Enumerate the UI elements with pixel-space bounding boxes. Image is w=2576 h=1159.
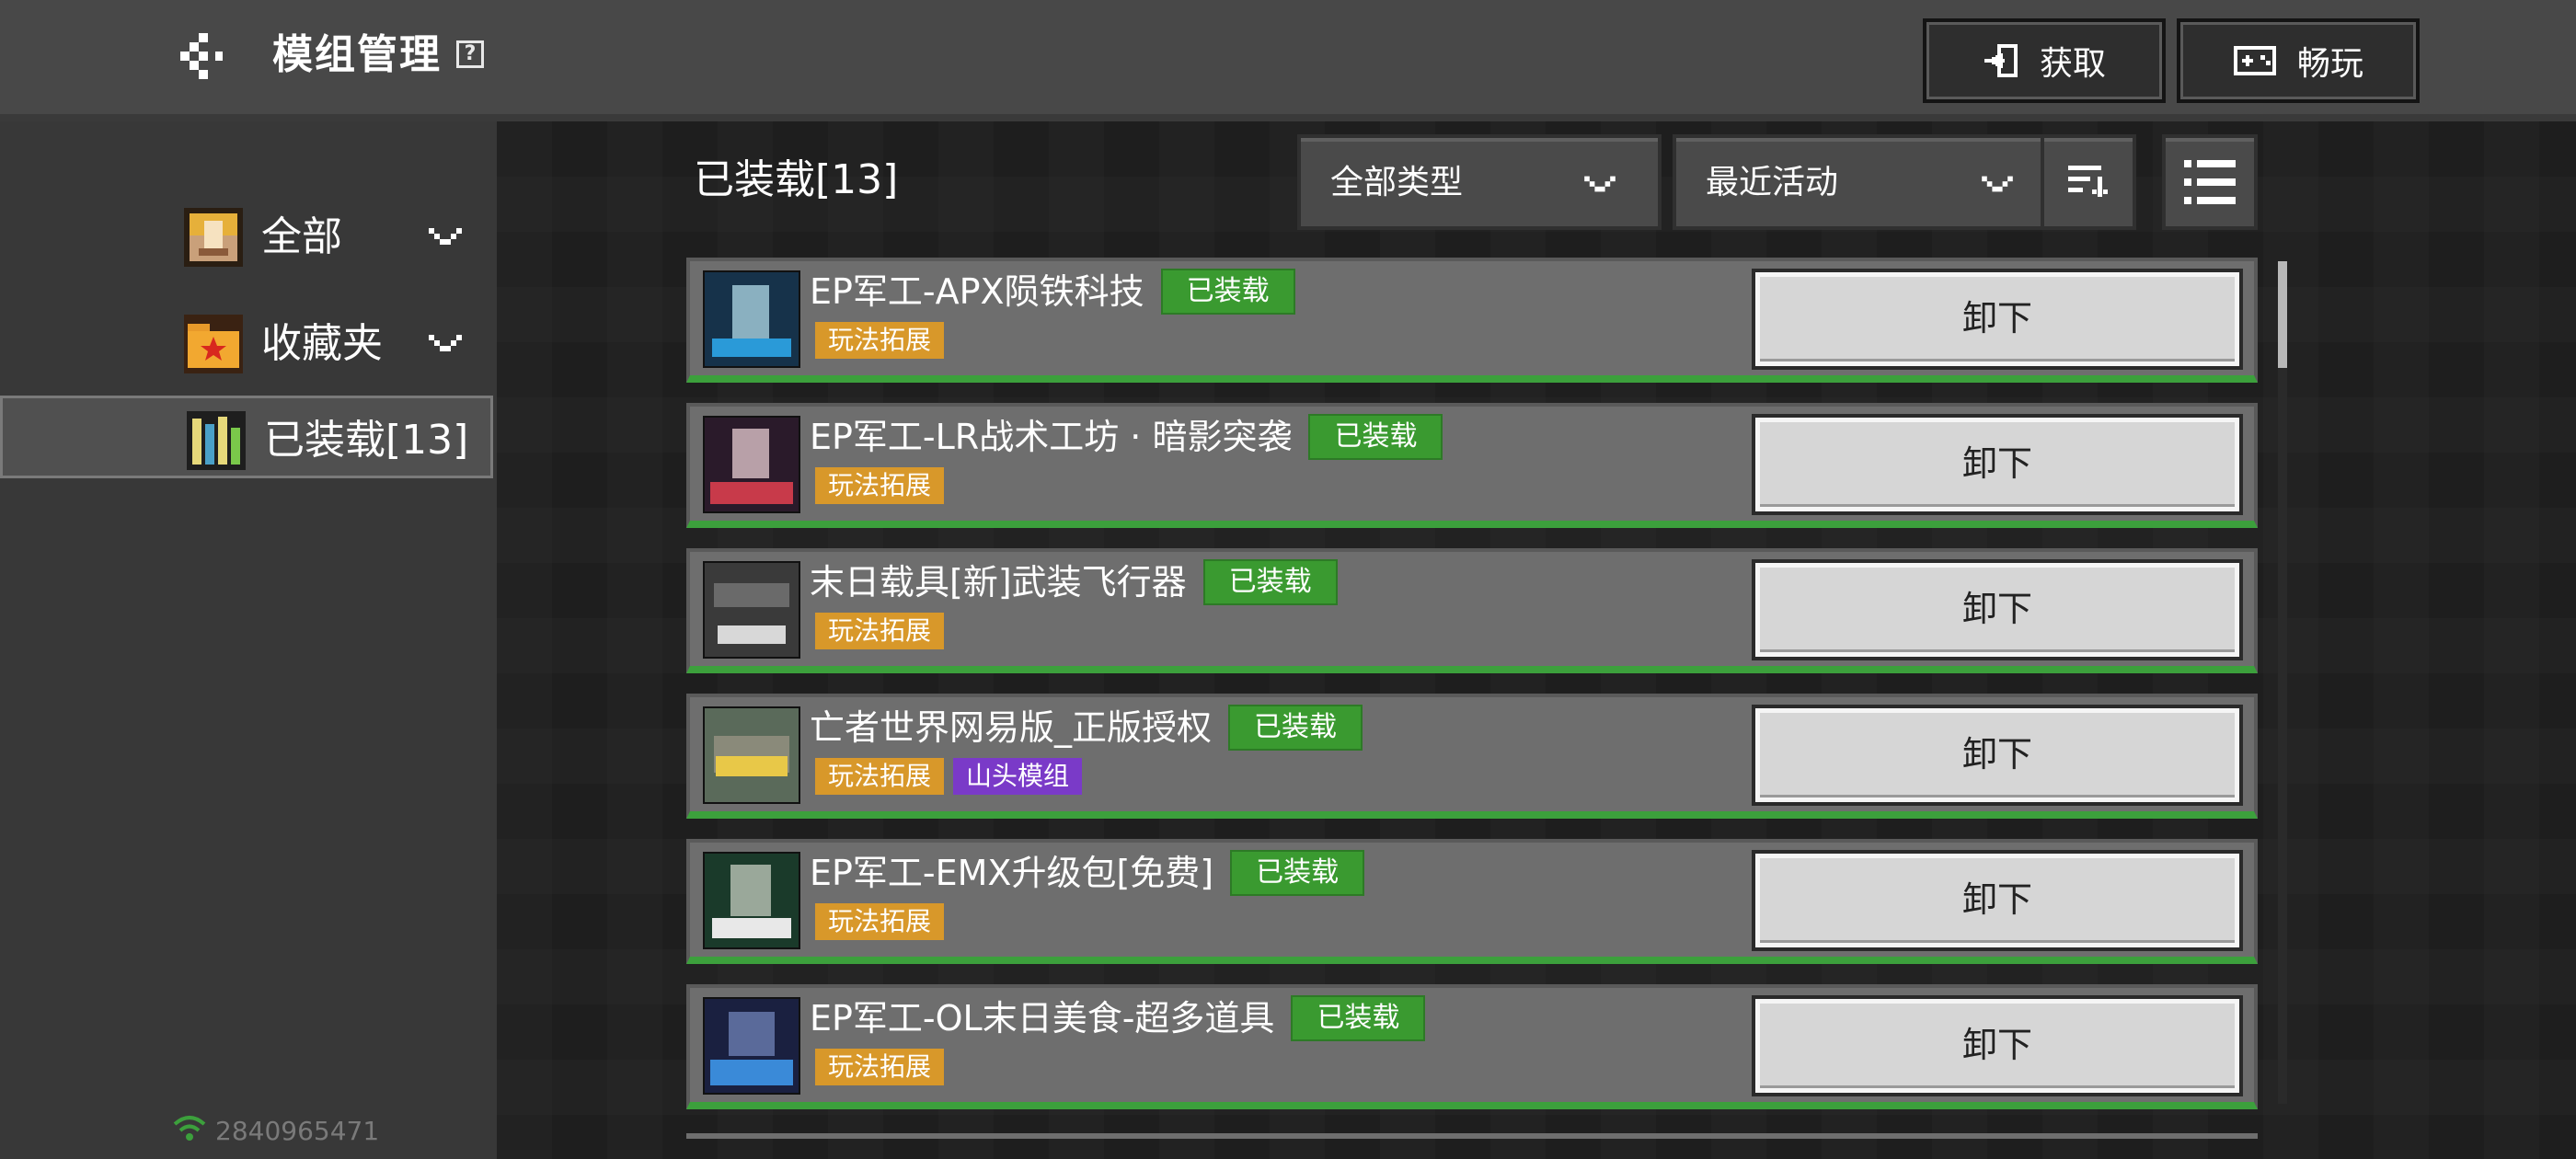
scrollbar-thumb[interactable]	[2278, 261, 2287, 368]
sort-descending-icon	[2068, 166, 2108, 197]
help-icon[interactable]: ?	[456, 40, 484, 68]
next-mod-item-edge	[686, 1133, 2258, 1139]
type-filter-dropdown[interactable]: 全部类型	[1297, 134, 1662, 230]
all-mods-icon	[184, 208, 243, 267]
mod-tag: 玩法拓展	[815, 322, 945, 359]
mod-tag: 玩法拓展	[815, 467, 945, 504]
type-filter-value: 全部类型	[1330, 164, 1464, 201]
mod-name: 末日载具[新]武装飞行器	[810, 562, 1187, 602]
sort-order-button[interactable]	[2041, 134, 2136, 230]
page-title: 模组管理	[272, 31, 442, 78]
unload-button[interactable]: 卸下	[1752, 414, 2243, 515]
play-label: 畅玩	[2296, 45, 2363, 83]
mod-name: EP军工-LR战术工坊 · 暗影突袭	[810, 417, 1293, 457]
sidebar-item-installed[interactable]: 已装载[13]	[0, 396, 493, 478]
mod-thumbnail	[703, 997, 800, 1095]
mod-name: EP军工-APX陨铁科技	[810, 271, 1144, 312]
sidebar-item-all-label: 全部	[261, 213, 342, 260]
play-button[interactable]: 畅玩	[2177, 18, 2420, 103]
sidebar-item-favorites-label: 收藏夹	[261, 320, 383, 367]
mod-list-item[interactable]: 末日载具[新]武装飞行器 已装载 玩法拓展 卸下	[686, 548, 2258, 673]
mod-thumbnail	[703, 852, 800, 949]
installed-badge: 已装载	[1230, 850, 1365, 896]
mod-name: EP军工-EMX升级包[免费]	[810, 853, 1214, 893]
installed-badge: 已装载	[1308, 414, 1443, 460]
chevron-down-icon[interactable]	[429, 223, 462, 250]
installed-badge: 已装载	[1160, 269, 1295, 315]
top-bar: 模组管理 ? 获取 畅玩	[0, 0, 2576, 121]
sort-value: 最近活动	[1706, 164, 1839, 201]
list-view-icon	[2184, 160, 2236, 204]
list-view-button[interactable]	[2162, 134, 2258, 230]
mod-list-item[interactable]: EP军工-EMX升级包[免费] 已装载 玩法拓展 卸下	[686, 839, 2258, 964]
sidebar: 全部 收藏夹 已装载[13]	[0, 121, 497, 1159]
unload-button[interactable]: 卸下	[1752, 269, 2243, 370]
user-id: 2840965471	[215, 1116, 380, 1146]
sidebar-item-all[interactable]: 全部	[0, 195, 493, 278]
mod-thumbnail	[703, 706, 800, 804]
mod-list-item[interactable]: 亡者世界网易版_正版授权 已装载 玩法拓展 山头模组 卸下	[686, 694, 2258, 819]
installed-badge: 已装载	[1202, 559, 1338, 605]
mod-name: EP军工-OL末日美食-超多道具	[810, 998, 1275, 1039]
mod-thumbnail	[703, 561, 800, 659]
sort-dropdown[interactable]: 最近活动	[1673, 134, 2044, 230]
import-icon	[1984, 44, 2018, 77]
sidebar-item-favorites[interactable]: 收藏夹	[0, 302, 493, 384]
scrollbar[interactable]	[2278, 261, 2287, 1104]
mod-tag: 玩法拓展	[815, 758, 945, 795]
installed-badge: 已装载	[1291, 995, 1426, 1041]
mod-thumbnail	[703, 270, 800, 368]
chevron-down-icon	[1982, 176, 2013, 192]
mod-list-item[interactable]: EP军工-LR战术工坊 · 暗影突袭 已装载 玩法拓展 卸下	[686, 403, 2258, 528]
gamepad-icon	[2233, 46, 2276, 75]
unload-button[interactable]: 卸下	[1752, 705, 2243, 806]
get-mods-label: 获取	[2039, 45, 2106, 83]
unload-button[interactable]: 卸下	[1752, 559, 2243, 660]
mod-name: 亡者世界网易版_正版授权	[810, 707, 1213, 748]
chevron-down-icon[interactable]	[429, 329, 462, 357]
installed-badge: 已装载	[1228, 705, 1363, 751]
unload-button[interactable]: 卸下	[1752, 995, 2243, 1096]
chevron-down-icon	[1584, 176, 1616, 192]
installed-count-title: 已装载[13]	[694, 156, 899, 203]
get-mods-button[interactable]: 获取	[1923, 18, 2166, 103]
mod-tag: 玩法拓展	[815, 1049, 945, 1085]
favorites-folder-icon	[184, 315, 243, 373]
unload-button[interactable]: 卸下	[1752, 850, 2243, 951]
mod-list-item[interactable]: EP军工-OL末日美食-超多道具 已装载 玩法拓展 卸下	[686, 984, 2258, 1109]
mod-tag: 玩法拓展	[815, 903, 945, 940]
mod-tag: 玩法拓展	[815, 613, 945, 649]
installed-books-icon	[187, 411, 246, 470]
wifi-icon	[173, 1116, 206, 1141]
mod-tag: 山头模组	[953, 758, 1083, 795]
mod-thumbnail	[703, 416, 800, 513]
mod-list-item[interactable]: EP军工-APX陨铁科技 已装载 玩法拓展 卸下	[686, 258, 2258, 383]
sidebar-item-installed-label: 已装载[13]	[264, 417, 469, 464]
back-arrow-icon[interactable]	[177, 33, 232, 79]
